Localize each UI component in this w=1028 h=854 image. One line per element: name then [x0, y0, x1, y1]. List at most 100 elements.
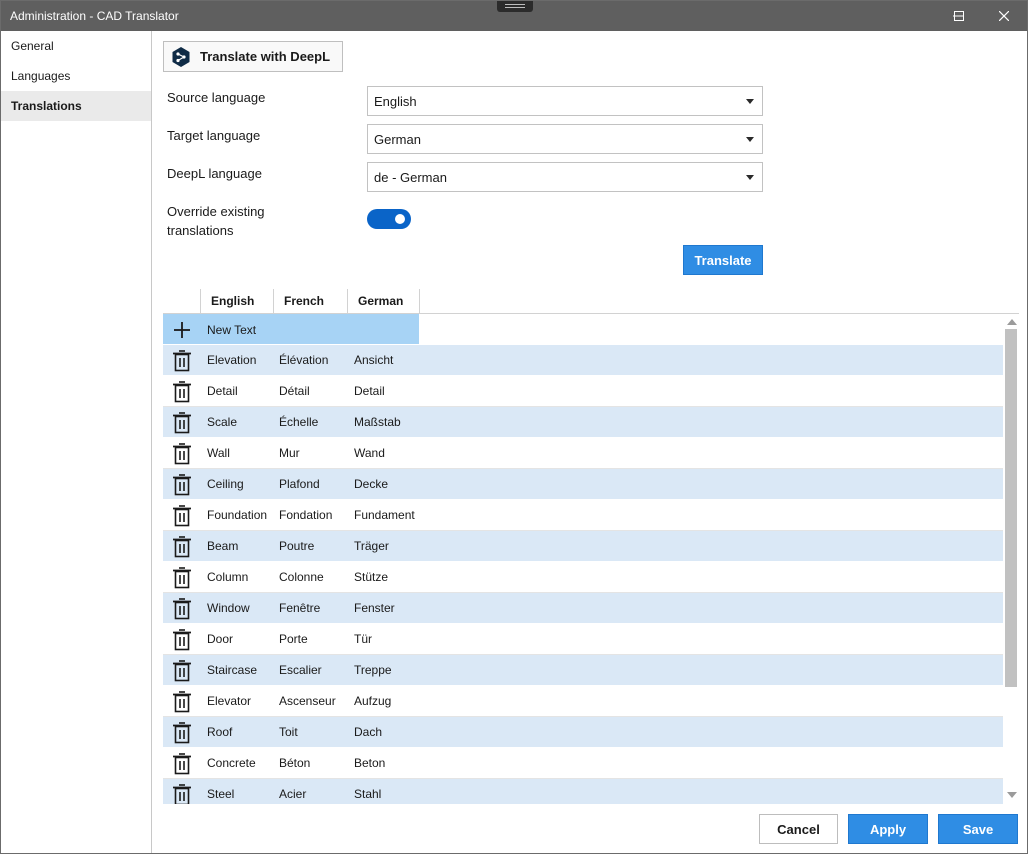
column-header-french[interactable]: French: [273, 289, 347, 314]
cell-english[interactable]: Elevator: [207, 694, 251, 708]
cell-german[interactable]: Decke: [354, 477, 388, 491]
trash-icon[interactable]: [171, 721, 193, 744]
sidebar-item-translations[interactable]: Translations: [1, 91, 151, 121]
cell-german[interactable]: Beton: [354, 756, 385, 770]
table-row[interactable]: Foundation Fondation Fundament: [163, 500, 1004, 531]
cell-english[interactable]: Concrete: [207, 756, 256, 770]
trash-icon[interactable]: [171, 380, 193, 403]
source-language-select[interactable]: English: [367, 86, 763, 116]
column-header-english[interactable]: English: [200, 289, 273, 314]
table-row[interactable]: Door Porte Tür: [163, 624, 1004, 655]
cell-english[interactable]: Steel: [207, 787, 234, 801]
cell-french[interactable]: Porte: [279, 632, 308, 646]
cell-french[interactable]: Élévation: [279, 353, 328, 367]
scrollbar-thumb[interactable]: [1005, 329, 1017, 687]
cell-french[interactable]: Acier: [279, 787, 306, 801]
trash-icon[interactable]: [171, 690, 193, 713]
table-row[interactable]: Column Colonne Stütze: [163, 562, 1004, 593]
cell-french[interactable]: Plafond: [279, 477, 320, 491]
cell-french[interactable]: Échelle: [279, 415, 318, 429]
cell-french[interactable]: Toit: [279, 725, 298, 739]
title-bar[interactable]: Administration - CAD Translator: [1, 1, 1027, 31]
apply-button[interactable]: Apply: [848, 814, 928, 844]
table-row[interactable]: Elevator Ascenseur Aufzug: [163, 686, 1004, 717]
trash-icon[interactable]: [171, 349, 193, 372]
cell-english[interactable]: Beam: [207, 539, 238, 553]
trash-icon[interactable]: [171, 752, 193, 775]
deepl-language-select[interactable]: de - German: [367, 162, 763, 192]
cell-german[interactable]: Fenster: [354, 601, 395, 615]
cell-french[interactable]: Béton: [279, 756, 310, 770]
table-row[interactable]: Staircase Escalier Treppe: [163, 655, 1004, 686]
cell-german[interactable]: Detail: [354, 384, 385, 398]
cell-english[interactable]: Detail: [207, 384, 238, 398]
translate-with-deepl-button[interactable]: Translate with DeepL: [163, 41, 343, 72]
cell-english[interactable]: Roof: [207, 725, 232, 739]
trash-icon[interactable]: [171, 659, 193, 682]
scroll-up-icon[interactable]: [1007, 319, 1017, 325]
drag-handle[interactable]: [497, 1, 533, 12]
plus-icon[interactable]: [171, 319, 193, 342]
target-language-select[interactable]: German: [367, 124, 763, 154]
cancel-button[interactable]: Cancel: [759, 814, 838, 844]
trash-icon[interactable]: [171, 504, 193, 527]
new-text-row[interactable]: New Text: [163, 314, 1004, 345]
trash-icon[interactable]: [171, 783, 193, 804]
table-row[interactable]: Wall Mur Wand: [163, 438, 1004, 469]
table-row[interactable]: Beam Poutre Träger: [163, 531, 1004, 562]
table-row[interactable]: Elevation Élévation Ansicht: [163, 345, 1004, 376]
trash-icon[interactable]: [171, 411, 193, 434]
cell-german[interactable]: Treppe: [354, 663, 392, 677]
cell-german[interactable]: Fundament: [354, 508, 415, 522]
trash-icon[interactable]: [171, 628, 193, 651]
sidebar-item-languages[interactable]: Languages: [1, 61, 151, 91]
table-row[interactable]: Ceiling Plafond Decke: [163, 469, 1004, 500]
table-row[interactable]: Detail Détail Detail: [163, 376, 1004, 407]
cell-english[interactable]: Wall: [207, 446, 230, 460]
maximize-button[interactable]: [936, 1, 982, 31]
cell-english[interactable]: Staircase: [207, 663, 257, 677]
cell-english[interactable]: Foundation: [207, 508, 267, 522]
cell-german[interactable]: Wand: [354, 446, 385, 460]
trash-icon[interactable]: [171, 597, 193, 620]
table-row[interactable]: Window Fenêtre Fenster: [163, 593, 1004, 624]
cell-german[interactable]: Dach: [354, 725, 382, 739]
cell-german[interactable]: Maßstab: [354, 415, 401, 429]
cell-english[interactable]: Scale: [207, 415, 237, 429]
cell-french[interactable]: Ascenseur: [279, 694, 336, 708]
cell-german[interactable]: Stahl: [354, 787, 381, 801]
override-translations-toggle[interactable]: [367, 209, 411, 229]
cell-french[interactable]: Fondation: [279, 508, 332, 522]
cell-french[interactable]: Fenêtre: [279, 601, 320, 615]
column-header-german[interactable]: German: [347, 289, 420, 314]
cell-english[interactable]: Window: [207, 601, 250, 615]
sidebar-item-general[interactable]: General: [1, 31, 151, 61]
grid-scrollbar[interactable]: [1003, 315, 1019, 804]
cell-french[interactable]: Détail: [279, 384, 310, 398]
cell-english[interactable]: Ceiling: [207, 477, 244, 491]
table-row[interactable]: Scale Échelle Maßstab: [163, 407, 1004, 438]
translate-button[interactable]: Translate: [683, 245, 763, 275]
cell-english[interactable]: Door: [207, 632, 233, 646]
trash-icon[interactable]: [171, 473, 193, 496]
cell-english[interactable]: Elevation: [207, 353, 256, 367]
close-button[interactable]: [981, 1, 1027, 31]
save-button[interactable]: Save: [938, 814, 1018, 844]
cell-german[interactable]: Träger: [354, 539, 389, 553]
table-row[interactable]: Steel Acier Stahl: [163, 779, 1004, 804]
trash-icon[interactable]: [171, 442, 193, 465]
trash-icon[interactable]: [171, 566, 193, 589]
cell-german[interactable]: Ansicht: [354, 353, 393, 367]
scroll-down-icon[interactable]: [1007, 792, 1017, 798]
cell-english[interactable]: Column: [207, 570, 248, 584]
cell-german[interactable]: Aufzug: [354, 694, 391, 708]
cell-french[interactable]: Poutre: [279, 539, 314, 553]
cell-french[interactable]: Mur: [279, 446, 300, 460]
table-row[interactable]: Concrete Béton Beton: [163, 748, 1004, 779]
cell-french[interactable]: Colonne: [279, 570, 324, 584]
cell-german[interactable]: Tür: [354, 632, 372, 646]
cell-german[interactable]: Stütze: [354, 570, 388, 584]
cell-french[interactable]: Escalier: [279, 663, 322, 677]
trash-icon[interactable]: [171, 535, 193, 558]
table-row[interactable]: Roof Toit Dach: [163, 717, 1004, 748]
